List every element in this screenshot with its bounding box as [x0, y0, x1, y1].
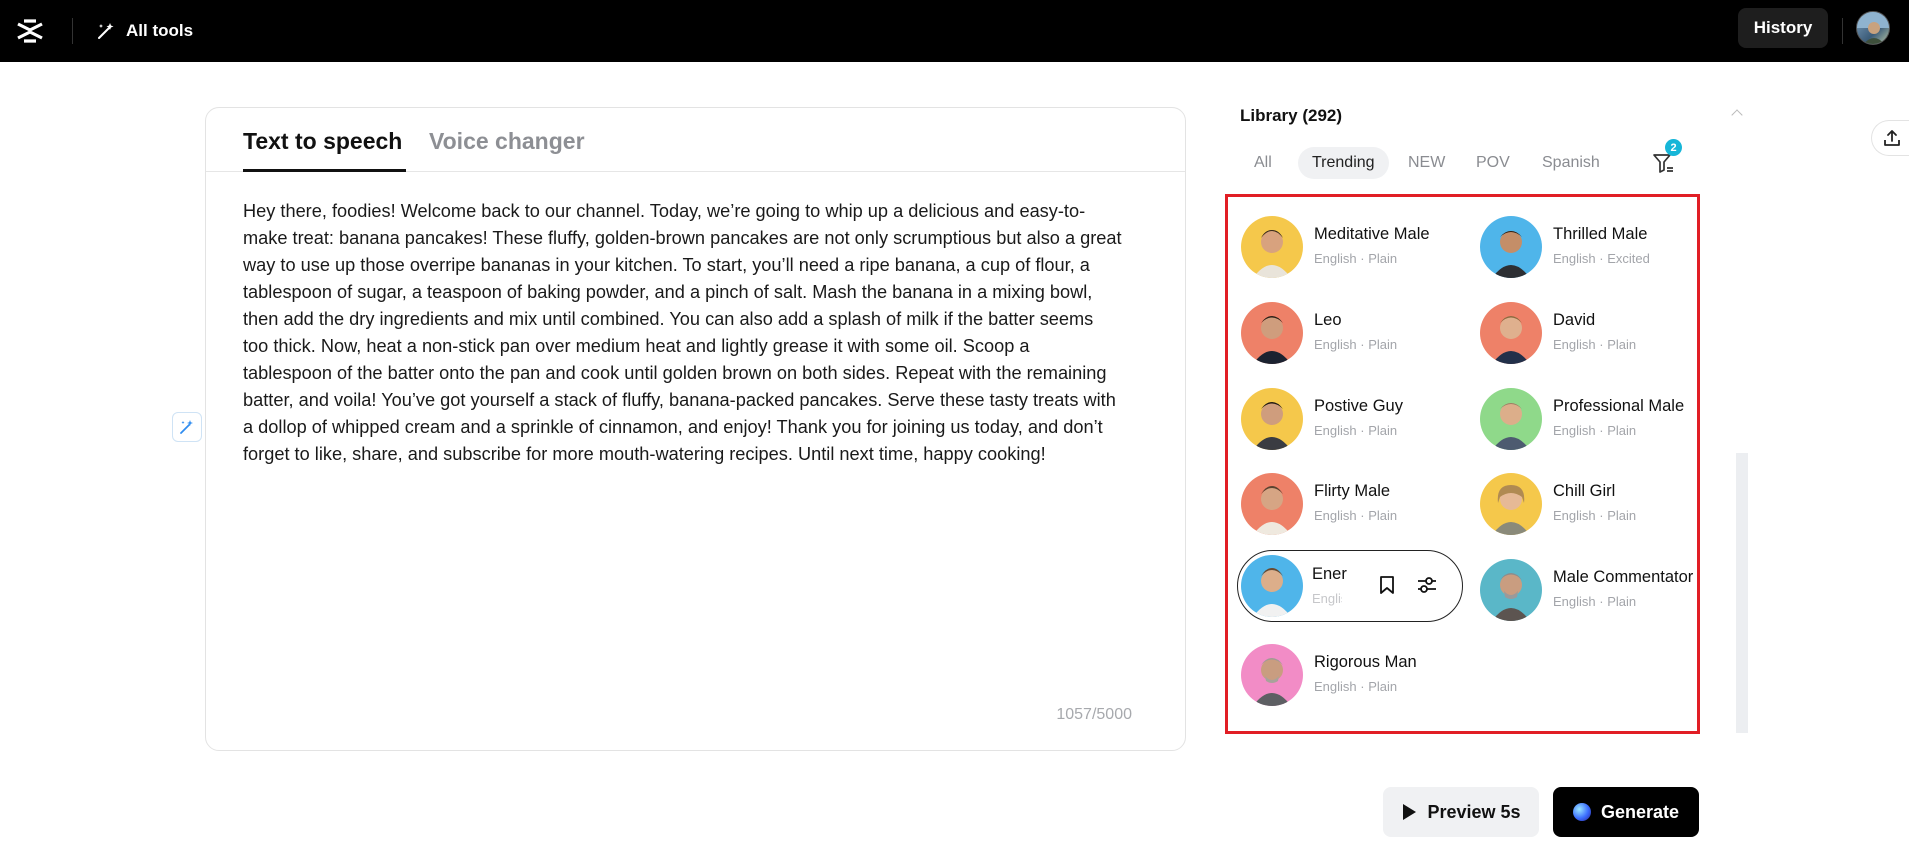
voice-meta: English · Plain — [1314, 508, 1398, 523]
voice-avatar — [1480, 302, 1542, 364]
script-line: forget to like, share, and subscribe for… — [243, 444, 1046, 464]
voice-name: Meditative Male — [1314, 225, 1430, 243]
voice-meta: English · Plain — [1553, 337, 1637, 352]
script-line: Hey there, foodies! Welcome back to our … — [243, 201, 1086, 221]
voice-item[interactable]: Meditative Male English · Plain — [1228, 213, 1458, 279]
side-upload-button[interactable] — [1871, 120, 1909, 156]
voice-name: Male Commentator — [1553, 568, 1694, 586]
voice-avatar — [1241, 216, 1303, 278]
editor-tabs: Text to speech Voice changer — [206, 108, 1185, 172]
voice-avatar — [1241, 644, 1303, 706]
voice-item[interactable]: Flirty Male English · Plain — [1228, 470, 1458, 536]
library-title: Library (292) — [1240, 106, 1343, 125]
voice-item[interactable]: Chill Girl English · Plain — [1467, 470, 1697, 536]
voice-avatar — [1480, 216, 1542, 278]
voice-item[interactable]: Professional Male English · Plain — [1467, 385, 1697, 451]
voice-name: Ener — [1312, 565, 1347, 583]
voice-meta: English · Plain — [1553, 423, 1637, 438]
history-button[interactable]: History — [1738, 8, 1828, 48]
voice-item[interactable]: Leo English · Plain — [1228, 299, 1458, 365]
voice-avatar — [1480, 559, 1542, 621]
active-tab-indicator — [243, 169, 406, 172]
voice-item[interactable]: Rigorous Man English · Plain — [1228, 641, 1458, 707]
script-line: way to use up those overripe bananas in … — [243, 255, 1090, 275]
text-to-speech-editor: Text to speech Voice changer Hey there, … — [205, 107, 1186, 751]
filter-chip-pov[interactable]: POV — [1462, 147, 1524, 179]
script-textarea[interactable]: Hey there, foodies! Welcome back to our … — [243, 198, 1155, 468]
library-scrollbar[interactable] — [1736, 453, 1748, 733]
voice-name: Flirty Male — [1314, 482, 1391, 500]
voice-name: Thrilled Male — [1553, 225, 1648, 243]
play-icon — [1403, 804, 1417, 820]
upload-icon — [1883, 130, 1900, 146]
all-tools-label: All tools — [126, 21, 194, 40]
voice-name: Leo — [1314, 311, 1342, 329]
filter-chip-more[interactable]: F — [1616, 147, 1630, 179]
topbar-divider-right — [1842, 18, 1843, 44]
all-tools-button[interactable]: All tools — [96, 14, 193, 48]
script-line: batter, and voila! You’ve got yourself a… — [243, 390, 1116, 410]
voice-avatar — [1241, 388, 1303, 450]
script-line: then add the dry ingredients and mix unt… — [243, 309, 1094, 329]
voice-item[interactable]: Postive Guy English · Plain — [1228, 385, 1458, 451]
script-line: make treat: banana pancakes! These fluff… — [243, 228, 1122, 248]
generate-orb-icon — [1572, 803, 1591, 821]
avatar-image — [1857, 12, 1889, 44]
script-line: tablespoon of the batter onto the pan an… — [243, 363, 1107, 383]
ai-rewrite-button[interactable] — [172, 412, 202, 442]
preview-label: Preview 5s — [1427, 801, 1521, 822]
voice-meta: Englis — [1312, 591, 1342, 606]
voice-name: Postive Guy — [1314, 397, 1403, 415]
user-avatar[interactable] — [1856, 11, 1890, 45]
voice-meta: English · Plain — [1553, 594, 1637, 609]
generate-label: Generate — [1600, 801, 1680, 822]
voice-avatar — [1241, 473, 1303, 535]
preview-button[interactable]: Preview 5s — [1383, 787, 1539, 837]
generate-button[interactable]: Generate — [1553, 787, 1699, 837]
tab-voice-changer[interactable]: Voice changer — [429, 128, 585, 155]
voice-avatar — [1480, 473, 1542, 535]
voice-avatar — [1241, 302, 1303, 364]
script-line: a dollop of whipped cream and a sprinkle… — [243, 417, 1103, 437]
voice-name: Professional Male — [1553, 397, 1685, 415]
topbar-divider — [72, 18, 73, 44]
adjust-settings-icon[interactable] — [1416, 573, 1438, 597]
top-bar: All tools History — [0, 0, 1909, 62]
filter-chip-spanish[interactable]: Spanish — [1528, 147, 1614, 179]
voice-item[interactable]: David English · Plain — [1467, 299, 1697, 365]
voice-avatar — [1480, 388, 1542, 450]
tab-text-to-speech[interactable]: Text to speech — [243, 128, 402, 155]
filter-count-badge: 2 — [1665, 139, 1682, 156]
voice-name: Chill Girl — [1553, 482, 1616, 500]
filter-chip-new[interactable]: NEW — [1394, 147, 1459, 179]
collapse-library-icon[interactable] — [1731, 109, 1743, 121]
voice-hover-actions — [1376, 573, 1438, 597]
filter-chip-trending[interactable]: Trending — [1298, 147, 1389, 179]
voice-name: Rigorous Man — [1314, 653, 1417, 671]
voice-item-hovered[interactable]: Ener Englis — [1237, 550, 1463, 622]
voice-item[interactable]: Male Commentator English · Plain — [1467, 556, 1697, 622]
magic-wand-icon — [180, 420, 193, 434]
character-counter: 1057/5000 — [1056, 706, 1132, 723]
library-filter-chips: All Trending NEW POV Spanish F — [1240, 145, 1630, 181]
script-line: tablespoon of sugar, a teaspoon of bakin… — [243, 282, 1093, 302]
voice-avatar — [1241, 555, 1303, 617]
bookmark-icon[interactable] — [1376, 573, 1398, 597]
voice-list: Meditative Male English · Plain Thrilled… — [1225, 194, 1700, 734]
capcut-logo-icon[interactable] — [14, 15, 46, 47]
magic-wand-icon — [98, 23, 114, 39]
voice-meta: English · Excited — [1553, 251, 1650, 266]
voice-meta: English · Plain — [1314, 337, 1398, 352]
voice-name: David — [1553, 311, 1596, 329]
voice-meta: English · Plain — [1314, 251, 1398, 266]
voice-meta: English · Plain — [1553, 508, 1637, 523]
script-line: too thick. Now, heat a non-stick pan ove… — [243, 336, 1030, 356]
voice-item[interactable]: Thrilled Male English · Excited — [1467, 213, 1697, 279]
voice-meta: English · Plain — [1314, 679, 1398, 694]
voice-meta: English · Plain — [1314, 423, 1398, 438]
filter-chip-all[interactable]: All — [1240, 147, 1286, 179]
